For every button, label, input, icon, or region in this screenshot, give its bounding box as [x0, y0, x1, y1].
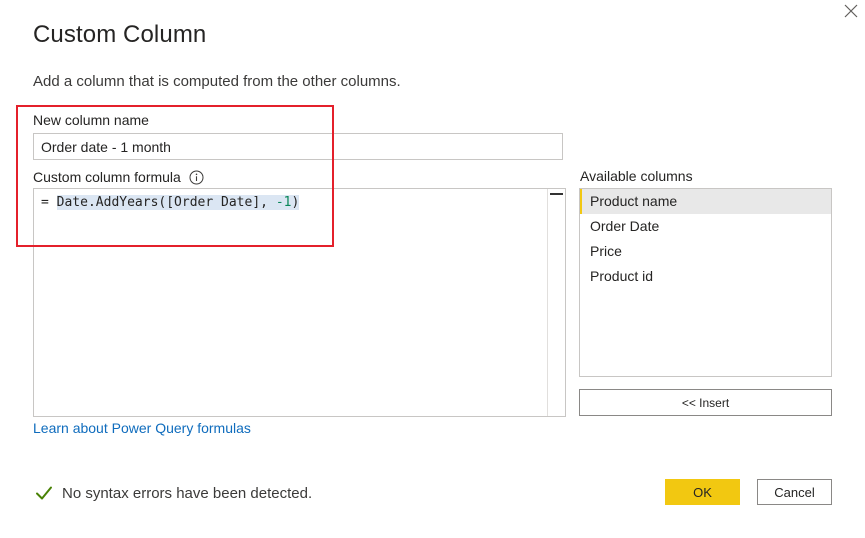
syntax-status-text: No syntax errors have been detected. [62, 484, 313, 502]
formula-text[interactable]: = Date.AddYears([Order Date], -1) [41, 195, 300, 210]
ok-button[interactable]: OK [665, 479, 740, 505]
available-columns-label: Available columns [580, 168, 693, 184]
close-icon[interactable] [842, 2, 860, 20]
cancel-button[interactable]: Cancel [757, 479, 832, 505]
formula-selection: Date.AddYears([Order Date], -1) [56, 195, 300, 210]
checkmark-icon [35, 484, 53, 502]
new-column-name-label: New column name [33, 112, 149, 128]
new-column-name-input[interactable] [33, 133, 563, 160]
list-item-product-name[interactable]: Product name [580, 189, 831, 214]
list-item-order-date[interactable]: Order Date [580, 214, 831, 239]
formula-label: Custom column formula [33, 169, 181, 185]
formula-expression: Date.AddYears([Order Date], [56, 195, 276, 210]
info-icon[interactable] [189, 170, 204, 185]
formula-prefix: = [41, 195, 57, 210]
formula-number: -1 [275, 195, 292, 210]
available-columns-list[interactable]: Product name Order Date Price Product id [579, 188, 832, 377]
formula-close-paren: ) [291, 195, 300, 210]
insert-button[interactable]: << Insert [579, 389, 832, 416]
syntax-status: No syntax errors have been detected. [35, 484, 312, 502]
learn-power-query-link[interactable]: Learn about Power Query formulas [33, 420, 251, 436]
list-item-product-id[interactable]: Product id [580, 264, 831, 289]
formula-label-row: Custom column formula [33, 169, 204, 185]
dialog-title: Custom Column [33, 21, 207, 48]
dialog-subtitle: Add a column that is computed from the o… [33, 73, 401, 90]
list-item-price[interactable]: Price [580, 239, 831, 264]
formula-scrollbar[interactable] [547, 189, 565, 416]
formula-editor[interactable]: = Date.AddYears([Order Date], -1) [33, 188, 566, 417]
scrollbar-thumb[interactable] [550, 193, 563, 195]
